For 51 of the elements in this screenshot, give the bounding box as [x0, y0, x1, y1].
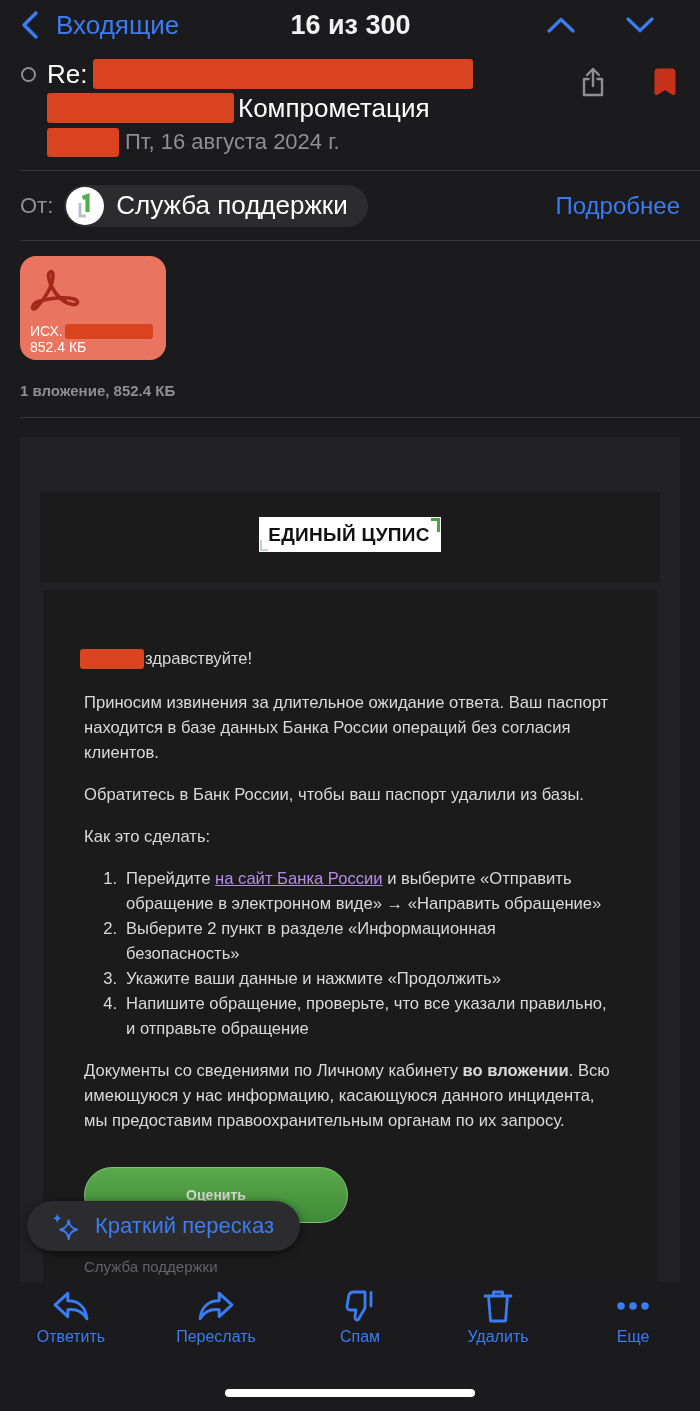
list-number: 3.	[102, 968, 118, 990]
list-item-text: Перейдите на сайт Банка России и выберите «Отправить обращение в электронном виде» → «Направить обращение»	[126, 868, 603, 915]
subject-text: Компрометация	[238, 92, 430, 125]
summary-button[interactable]: Краткий пересказ	[27, 1201, 300, 1251]
redaction-bar	[80, 648, 144, 669]
greeting-text: здравствуйте!	[145, 648, 253, 670]
list-item-text: Напишите обращение, проверьте, что все указали правильно, и отправьте обращение	[126, 993, 608, 1040]
body-paragraph: Приносим извинения за длительное ожидание ответа. Ваш паспорт находится в базе данных Банка России операций без согласия клиентов.	[84, 692, 610, 764]
subject-text: Re:	[47, 58, 88, 91]
read-status-icon[interactable]	[21, 66, 36, 82]
list-number: 2.	[102, 918, 118, 940]
delete-button[interactable]: Удалить	[467, 1290, 529, 1346]
from-label: От:	[20, 192, 54, 219]
redaction-bar	[47, 127, 119, 157]
list-item-text: Выберите 2 пункт в разделе «Информационная безопасность»	[126, 918, 497, 965]
bookmark-icon[interactable]	[654, 68, 676, 96]
attachment-tile[interactable]: ИСХ. 852.4 КБ	[20, 256, 166, 360]
details-link[interactable]: Подробнее	[555, 191, 680, 220]
body-paragraph: Обратитесь в Банк России, чтобы ваш паспорт удалили из базы.	[84, 784, 584, 806]
body-paragraph: Как это сделать:	[84, 826, 211, 848]
chevron-down-icon[interactable]	[626, 17, 654, 33]
trash-icon	[483, 1289, 513, 1323]
logo-text: ЕДИНЫЙ ЦУПИС	[268, 523, 430, 546]
signature-text: Служба поддержки	[84, 1257, 218, 1277]
more-button[interactable]: Еще	[616, 1290, 650, 1346]
avatar-logo-icon	[66, 186, 105, 225]
chevron-left-icon	[21, 10, 39, 40]
reply-button[interactable]: Ответить	[36, 1290, 106, 1346]
sender-chip[interactable]: Служба поддержки	[64, 184, 368, 227]
forward-button[interactable]: Переслать	[176, 1290, 256, 1346]
message-position: 16 из 300	[290, 9, 411, 41]
file-name: ИСХ.	[30, 323, 63, 339]
list-item-text: Укажите ваши данные и нажмите «Продолжить»	[126, 968, 502, 990]
bank-site-link[interactable]: на сайт Банка России	[215, 869, 383, 888]
more-icon	[617, 1302, 649, 1310]
file-size: 852.4 КБ	[30, 339, 87, 355]
thumbs-down-icon	[345, 1290, 375, 1322]
date-text: Пт, 16 августа 2024 г.	[125, 128, 340, 156]
reply-arrow-icon	[53, 1291, 89, 1321]
logo-corner-icon	[430, 518, 440, 532]
spam-button[interactable]: Спам	[339, 1290, 381, 1346]
sparkle-icon	[52, 1212, 78, 1240]
share-icon[interactable]	[580, 67, 606, 97]
list-number: 1.	[102, 868, 118, 890]
body-paragraph: Документы со сведениями по Личному кабинету во вложении. Всю имеющуюся у нас информацию, касающуюся данного инцидента, мы предоставим правоохранительным органам по их запросу.	[84, 1060, 611, 1132]
forward-arrow-icon	[198, 1291, 234, 1321]
chevron-up-icon[interactable]	[547, 17, 575, 33]
attachments-summary: 1 вложение, 852.4 КБ	[20, 382, 177, 400]
back-button[interactable]: Входящие	[21, 10, 180, 40]
list-number: 4.	[102, 993, 118, 1015]
logo-corner-icon	[260, 540, 269, 551]
